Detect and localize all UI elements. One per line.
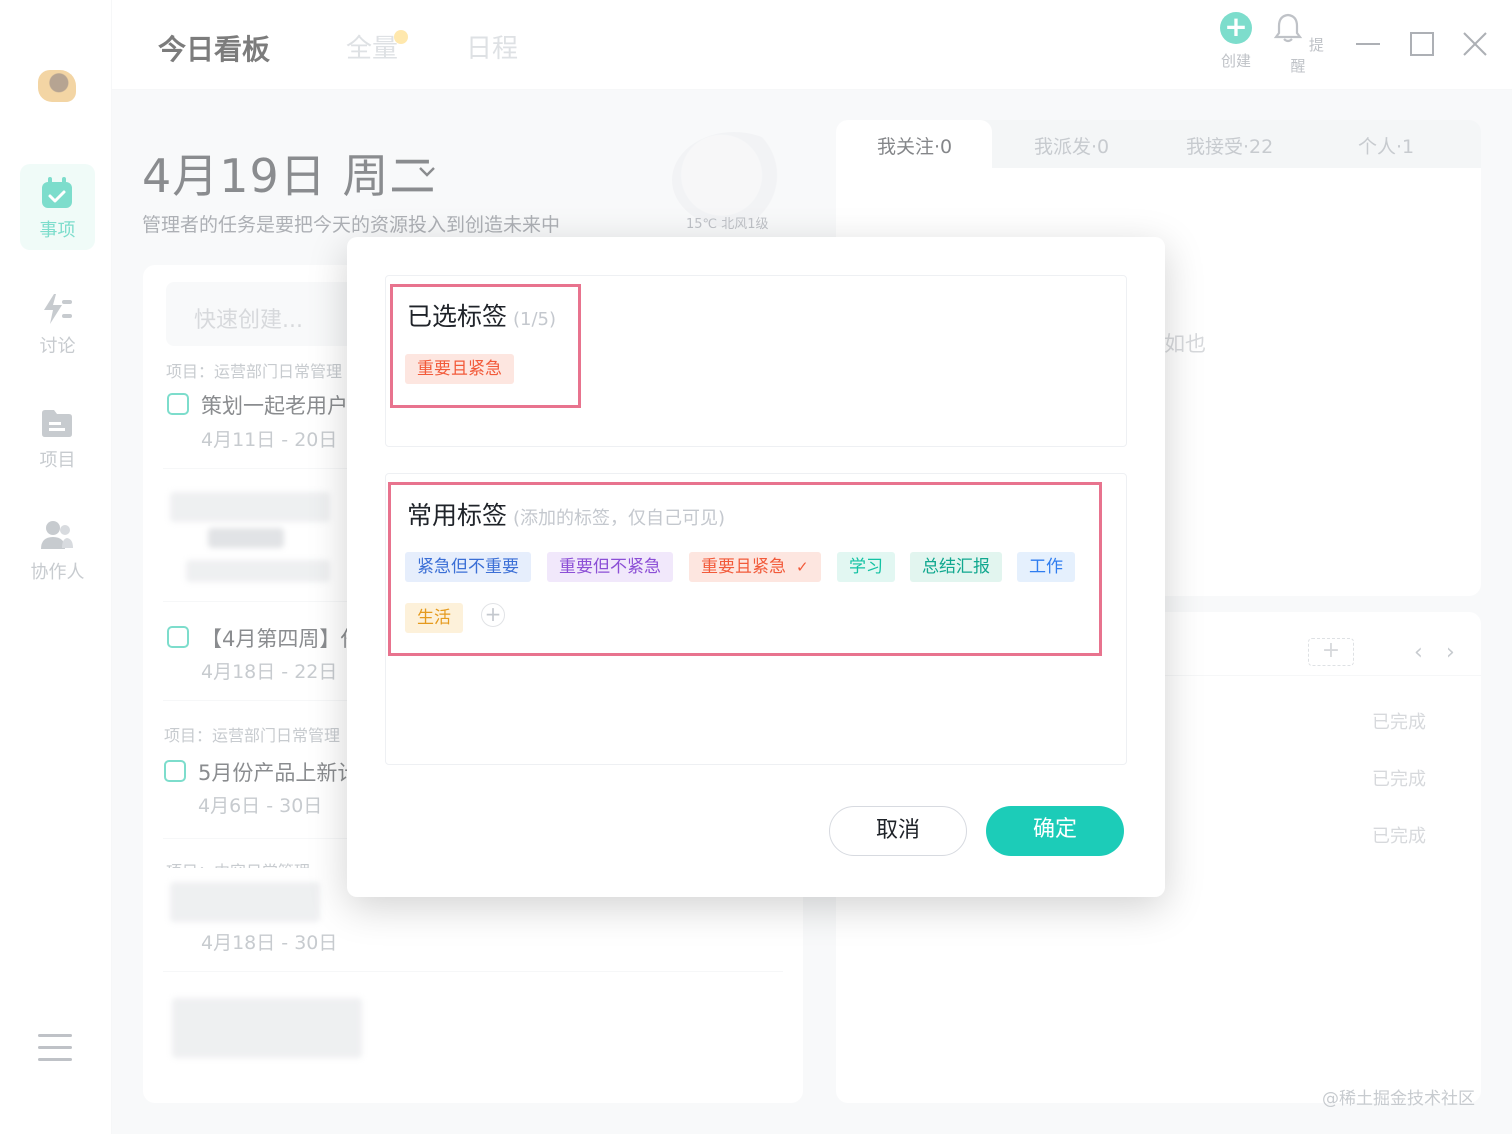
cancel-button[interactable]: 取消 [829, 806, 967, 856]
highlight-box [388, 482, 1102, 656]
confirm-button[interactable]: 确定 [986, 806, 1124, 856]
tag-dialog: 已选标签 (1/5) 重要且紧急 常用标签 (添加的标签，仅自己可见) 紧急但不重要… [347, 237, 1165, 897]
highlight-box [390, 284, 581, 408]
